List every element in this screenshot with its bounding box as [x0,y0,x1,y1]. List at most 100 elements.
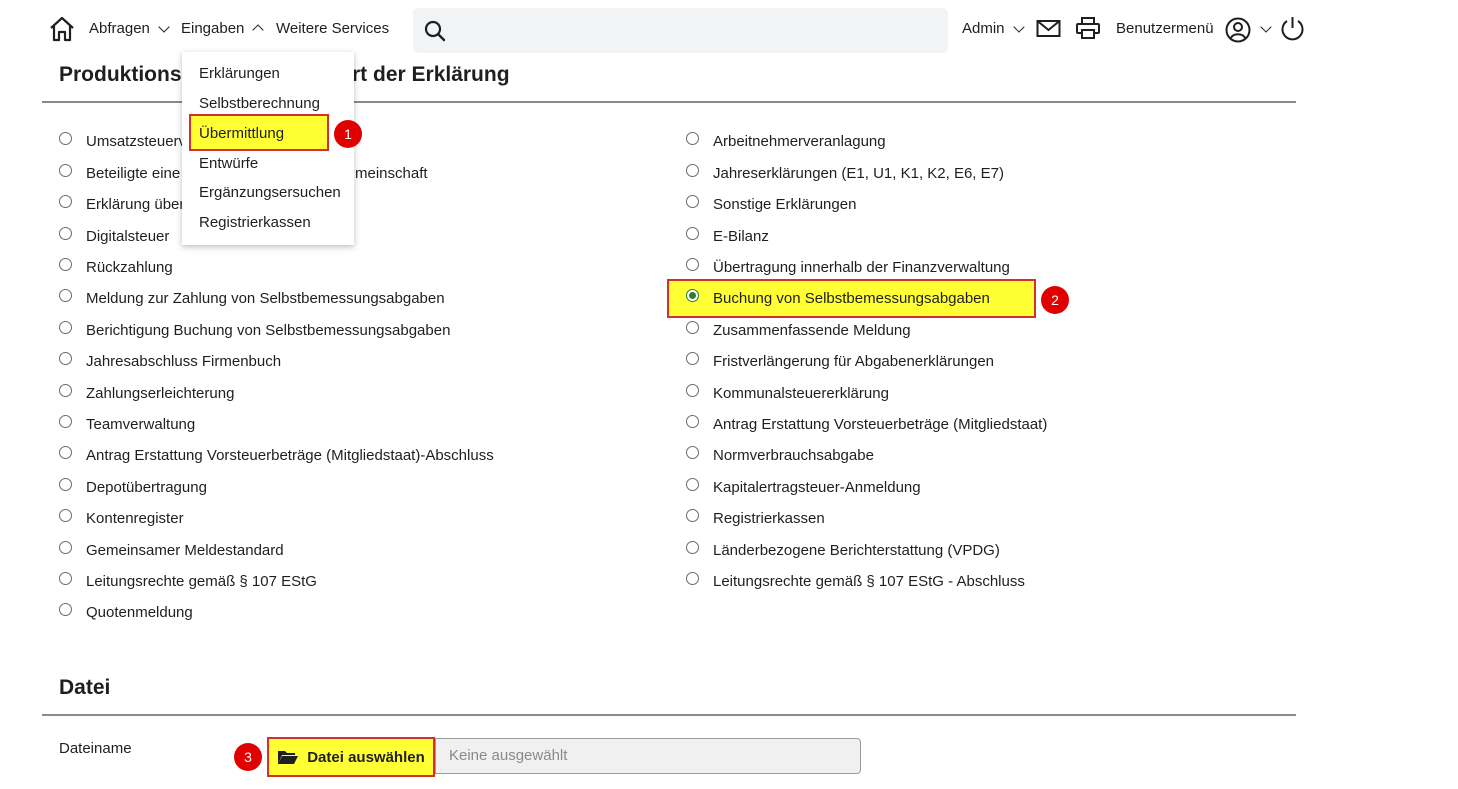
menu-item-selbstberechnung[interactable]: Selbstberechnung [199,95,320,112]
radio-option-left-4[interactable]: Rückzahlung [59,256,173,278]
radio-button[interactable] [59,288,72,302]
radio-label: Fristverlängerung für Abgabenerklärungen [713,352,995,370]
radio-button[interactable] [686,508,699,522]
section-title-left: Produktions [59,63,182,86]
radio-button[interactable] [59,351,72,365]
radio-button[interactable] [59,508,72,522]
radio-label: Kapitalertragsteuer-Anmeldung [713,478,921,496]
radio-option-right-2[interactable]: Sonstige Erklärungen [686,193,856,215]
choose-file-button[interactable]: Datei auswählen [267,737,435,777]
radio-button[interactable] [686,320,699,334]
radio-button[interactable] [59,320,72,334]
power-icon[interactable] [1279,15,1306,46]
radio-button[interactable] [686,351,699,365]
search-input[interactable] [413,8,948,53]
radio-option-right-10[interactable]: Normverbrauchsabgabe [686,444,874,466]
chevron-down-icon[interactable] [1260,21,1272,33]
radio-option-left-12[interactable]: Kontenregister [59,507,184,529]
radio-button[interactable] [686,131,699,145]
nav-benutzermenue-label: Benutzermenü [1116,20,1214,37]
radio-option-left-13[interactable]: Gemeinsamer Meldestandard [59,539,284,561]
radio-button[interactable] [686,445,699,459]
radio-button[interactable] [686,163,699,177]
nav-abfragen-label: Abfragen [89,20,150,37]
radio-button-selected[interactable] [686,288,699,302]
radio-button[interactable] [59,131,72,145]
radio-button[interactable] [686,226,699,240]
radio-button[interactable] [59,383,72,397]
nav-eingaben[interactable]: Eingaben [181,20,265,37]
radio-label: Meldung zur Zahlung von Selbstbemessungs… [86,289,445,307]
radio-button[interactable] [686,540,699,554]
radio-label: Erklärung über [86,195,185,213]
menu-item-registrierkassen[interactable]: Registrierkassen [199,214,311,231]
radio-button[interactable] [686,257,699,271]
file-name-field[interactable]: Keine ausgewählt [435,738,861,774]
radio-label: Berichtigung Buchung von Selbstbemessung… [86,321,451,339]
radio-button[interactable] [59,477,72,491]
mail-icon[interactable] [1036,19,1062,43]
radio-button[interactable] [59,257,72,271]
nav-abfragen[interactable]: Abfragen [89,20,170,37]
radio-option-left-14[interactable]: Leitungsrechte gemäß § 107 EStG [59,570,317,592]
radio-button[interactable] [686,414,699,428]
nav-weitere-services[interactable]: Weitere Services [276,20,389,37]
radio-option-right-0[interactable]: Arbeitnehmerveranlagung [686,130,886,152]
radio-button[interactable] [59,194,72,208]
radio-option-right-7[interactable]: Fristverlängerung für Abgabenerklärungen [686,350,994,372]
radio-label-tail: meinschaft [355,164,428,182]
radio-label: Antrag Erstattung Vorsteuerbeträge (Mitg… [86,446,494,464]
user-avatar-icon[interactable] [1225,17,1251,47]
radio-option-left-6[interactable]: Berichtigung Buchung von Selbstbemessung… [59,319,450,341]
radio-option-left-8[interactable]: Zahlungserleichterung [59,382,234,404]
radio-option-right-5[interactable]: Buchung von Selbstbemessungsabgaben [686,287,990,309]
radio-option-left-3[interactable]: Digitalsteuer [59,225,169,247]
radio-button[interactable] [686,383,699,397]
radio-label: Depotübertragung [86,478,207,496]
radio-button[interactable] [59,414,72,428]
radio-label: Zahlungserleichterung [86,384,235,402]
menu-item-erklaerungen[interactable]: Erklärungen [199,65,280,82]
radio-option-right-11[interactable]: Kapitalertragsteuer-Anmeldung [686,476,921,498]
radio-option-right-4[interactable]: Übertragung innerhalb der Finanzverwaltu… [686,256,1010,278]
radio-button[interactable] [686,194,699,208]
radio-option-right-1[interactable]: Jahreserklärungen (E1, U1, K1, K2, E6, E… [686,162,1004,184]
radio-button[interactable] [686,477,699,491]
radio-option-right-6[interactable]: Zusammenfassende Meldung [686,319,911,341]
radio-label: Jahreserklärungen (E1, U1, K1, K2, E6, E… [713,164,1004,182]
radio-option-left-11[interactable]: Depotübertragung [59,476,207,498]
radio-option-left-7[interactable]: Jahresabschluss Firmenbuch [59,350,281,372]
radio-option-right-13[interactable]: Länderbezogene Berichterstattung (VPDG) [686,539,1000,561]
radio-option-right-12[interactable]: Registrierkassen [686,507,825,529]
radio-option-left-5[interactable]: Meldung zur Zahlung von Selbstbemessungs… [59,287,445,309]
home-icon[interactable] [48,15,76,43]
radio-button[interactable] [59,445,72,459]
radio-button[interactable] [686,571,699,585]
printer-icon[interactable] [1075,16,1101,44]
menu-item-uebermittlung[interactable]: Übermittlung [199,125,284,142]
radio-option-right-3[interactable]: E-Bilanz [686,225,769,247]
file-section-divider [42,714,1296,716]
radio-option-left-9[interactable]: Teamverwaltung [59,413,195,435]
chevron-down-icon [158,20,170,33]
search-icon [424,20,446,42]
radio-option-right-14[interactable]: Leitungsrechte gemäß § 107 EStG - Abschl… [686,570,1025,592]
radio-button[interactable] [59,163,72,177]
radio-option-right-8[interactable]: Kommunalsteuererklärung [686,382,889,404]
radio-option-left-0[interactable]: Umsatzsteuerv [59,130,186,152]
radio-option-left-1[interactable]: Beteiligte eine [59,162,180,184]
radio-option-right-9[interactable]: Antrag Erstattung Vorsteuerbeträge (Mitg… [686,413,1047,435]
nav-admin[interactable]: Admin [962,20,1025,37]
radio-option-left-15[interactable]: Quotenmeldung [59,601,193,623]
radio-button[interactable] [59,540,72,554]
radio-option-left-2[interactable]: Erklärung über [59,193,184,215]
radio-label: Länderbezogene Berichterstattung (VPDG) [713,541,1000,559]
menu-item-entwuerfe[interactable]: Entwürfe [199,155,258,172]
radio-button[interactable] [59,571,72,585]
radio-option-left-10[interactable]: Antrag Erstattung Vorsteuerbeträge (Mitg… [59,444,494,466]
menu-item-ergaenzungsersuchen[interactable]: Ergänzungsersuchen [199,184,341,201]
radio-button[interactable] [59,602,72,616]
nav-benutzermenue[interactable]: Benutzermenü [1116,20,1214,37]
radio-button[interactable] [59,226,72,240]
radio-label: Normverbrauchsabgabe [713,446,874,464]
